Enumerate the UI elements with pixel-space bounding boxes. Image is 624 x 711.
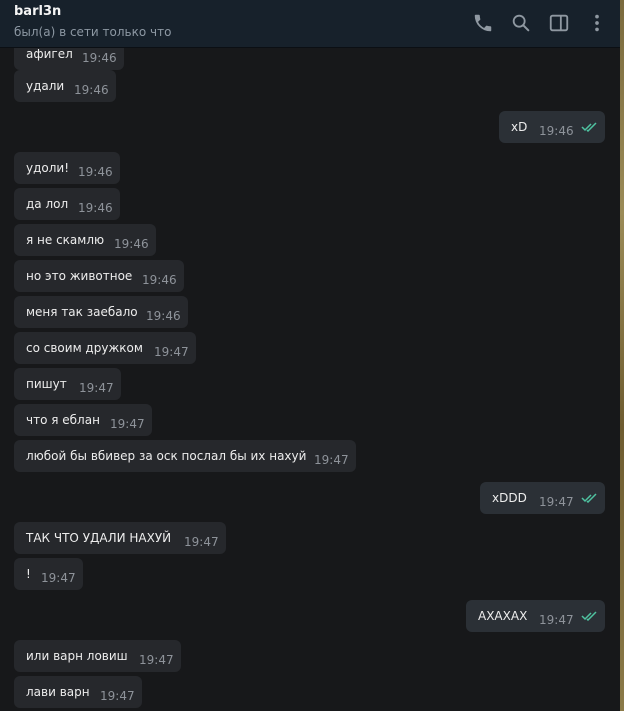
message-text: ! bbox=[26, 567, 31, 581]
message-text: xDDD bbox=[492, 491, 527, 505]
message-text: пишут bbox=[26, 377, 67, 391]
message-time: 19:47 bbox=[139, 653, 174, 667]
sidebar-toggle-icon[interactable] bbox=[548, 12, 570, 34]
message-text: удоли! bbox=[26, 161, 70, 175]
message-text: или варн ловиш bbox=[26, 649, 128, 663]
message-bubble-in[interactable]: или варн ловиш 19:47 bbox=[14, 640, 181, 672]
message-bubble-in[interactable]: да лол 19:46 bbox=[14, 188, 120, 220]
background-wallpaper-edge bbox=[620, 0, 624, 711]
message-text: xD bbox=[511, 120, 528, 134]
message-text: но это животное bbox=[26, 269, 133, 283]
message-time: 19:46 bbox=[114, 237, 149, 251]
double-check-icon bbox=[581, 122, 597, 132]
message-bubble-in[interactable]: лави варн 19:47 bbox=[14, 676, 142, 708]
message-text: афигел bbox=[26, 48, 73, 61]
contact-status: был(а) в сети только что bbox=[14, 25, 172, 39]
message-time: 19:47 bbox=[539, 495, 574, 509]
message-time: 19:47 bbox=[184, 535, 219, 549]
message-time: 19:46 bbox=[74, 83, 109, 97]
message-time: 19:46 bbox=[539, 124, 574, 138]
chat-header: barl3n был(а) в сети только что bbox=[0, 0, 620, 48]
message-time: 19:47 bbox=[41, 571, 76, 585]
message-bubble-in[interactable]: но это животное 19:46 bbox=[14, 260, 184, 292]
message-text: я не скамлю bbox=[26, 233, 105, 247]
message-text: да лол bbox=[26, 197, 69, 211]
more-vertical-icon[interactable] bbox=[586, 12, 608, 34]
message-bubble-in[interactable]: удали 19:46 bbox=[14, 70, 116, 102]
message-time: 19:46 bbox=[78, 165, 113, 179]
message-text: что я еблан bbox=[26, 413, 100, 427]
message-bubble-in[interactable]: ! 19:47 bbox=[14, 558, 83, 590]
double-check-icon bbox=[581, 493, 597, 503]
message-time: 19:46 bbox=[146, 309, 181, 323]
message-text: удали bbox=[26, 79, 65, 93]
message-bubble-in[interactable]: ТАК ЧТО УДАЛИ НАХУЙ 19:47 bbox=[14, 522, 226, 554]
message-time: 19:47 bbox=[110, 417, 145, 431]
message-time: 19:47 bbox=[539, 613, 574, 627]
message-text: АХАХАХ bbox=[478, 609, 528, 623]
contact-name[interactable]: barl3n bbox=[14, 4, 61, 19]
message-text: ТАК ЧТО УДАЛИ НАХУЙ bbox=[26, 531, 172, 545]
message-text: любой бы вбивер за оск послал бы их наху… bbox=[26, 449, 307, 463]
message-bubble-out[interactable]: АХАХАХ 19:47 bbox=[466, 600, 605, 632]
message-bubble-in[interactable]: пишут 19:47 bbox=[14, 368, 121, 400]
message-time: 19:47 bbox=[154, 345, 189, 359]
message-bubble-in[interactable]: афигел 19:46 bbox=[14, 48, 124, 70]
message-time: 19:47 bbox=[100, 689, 135, 703]
message-bubble-out[interactable]: xD 19:46 bbox=[499, 111, 605, 143]
message-time: 19:47 bbox=[79, 381, 114, 395]
message-bubble-in[interactable]: удоли! 19:46 bbox=[14, 152, 120, 184]
message-bubble-in[interactable]: со своим дружком 19:47 bbox=[14, 332, 196, 364]
message-time: 19:46 bbox=[78, 201, 113, 215]
message-time: 19:46 bbox=[142, 273, 177, 287]
message-bubble-in[interactable]: любой бы вбивер за оск послал бы их наху… bbox=[14, 440, 356, 472]
message-list[interactable]: афигел 19:46 удали 19:46 xD 19:46 удоли!… bbox=[0, 48, 620, 711]
message-text: со своим дружком bbox=[26, 341, 143, 355]
message-bubble-in[interactable]: что я еблан 19:47 bbox=[14, 404, 152, 436]
message-time: 19:47 bbox=[314, 453, 349, 467]
message-bubble-in[interactable]: меня так заебало 19:46 bbox=[14, 296, 188, 328]
message-text: меня так заебало bbox=[26, 305, 138, 319]
search-icon[interactable] bbox=[510, 12, 532, 34]
message-bubble-in[interactable]: я не скамлю 19:46 bbox=[14, 224, 156, 256]
message-text: лави варн bbox=[26, 685, 90, 699]
double-check-icon bbox=[581, 611, 597, 621]
message-bubble-out[interactable]: xDDD 19:47 bbox=[480, 482, 605, 514]
phone-icon[interactable] bbox=[472, 12, 494, 34]
